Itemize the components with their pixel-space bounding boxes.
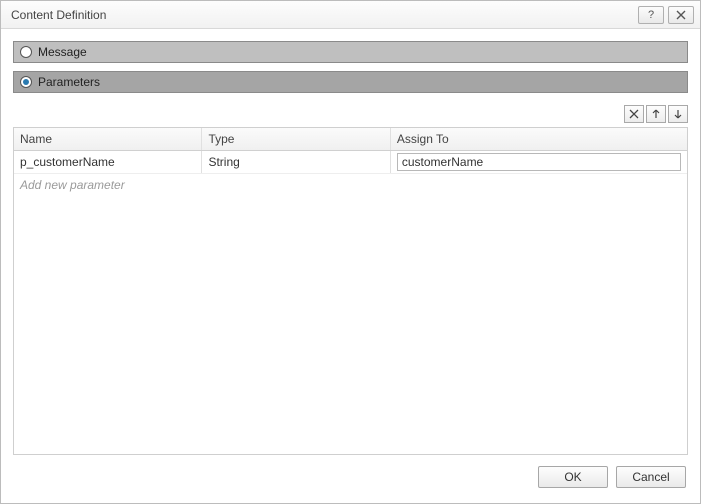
dialog-title: Content Definition <box>11 8 106 22</box>
radio-unchecked-icon <box>20 46 32 58</box>
delete-icon <box>629 109 639 119</box>
help-button[interactable]: ? <box>638 6 664 24</box>
grid-body: p_customerName String Add new parameter <box>14 151 687 454</box>
dialog-button-bar: OK Cancel <box>1 455 700 503</box>
content-definition-dialog: Content Definition ? Message Parameters <box>0 0 701 504</box>
option-parameters[interactable]: Parameters <box>13 71 688 93</box>
parameters-grid: Name Type Assign To p_customerName Strin… <box>13 127 688 455</box>
close-button[interactable] <box>668 6 694 24</box>
move-up-button[interactable] <box>646 105 666 123</box>
column-header-assign[interactable]: Assign To <box>391 128 687 150</box>
delete-row-button[interactable] <box>624 105 644 123</box>
cell-name[interactable]: p_customerName <box>14 151 202 173</box>
ok-button[interactable]: OK <box>538 466 608 488</box>
cancel-button[interactable]: Cancel <box>616 466 686 488</box>
option-message-label: Message <box>38 45 87 59</box>
grid-toolbar <box>13 105 688 123</box>
column-header-type[interactable]: Type <box>202 128 390 150</box>
help-icon: ? <box>648 9 654 21</box>
cell-type[interactable]: String <box>202 151 390 173</box>
option-message[interactable]: Message <box>13 41 688 63</box>
close-icon <box>675 10 687 20</box>
content-area: Message Parameters <box>1 29 700 455</box>
titlebar: Content Definition ? <box>1 1 700 29</box>
add-parameter-row[interactable]: Add new parameter <box>14 174 687 196</box>
cell-assign <box>391 151 687 173</box>
column-header-name[interactable]: Name <box>14 128 202 150</box>
move-down-button[interactable] <box>668 105 688 123</box>
arrow-down-icon <box>673 109 683 119</box>
radio-checked-icon <box>20 76 32 88</box>
arrow-up-icon <box>651 109 661 119</box>
table-row[interactable]: p_customerName String <box>14 151 687 174</box>
assign-to-input[interactable] <box>397 153 681 171</box>
option-parameters-label: Parameters <box>38 75 100 89</box>
grid-header: Name Type Assign To <box>14 128 687 151</box>
